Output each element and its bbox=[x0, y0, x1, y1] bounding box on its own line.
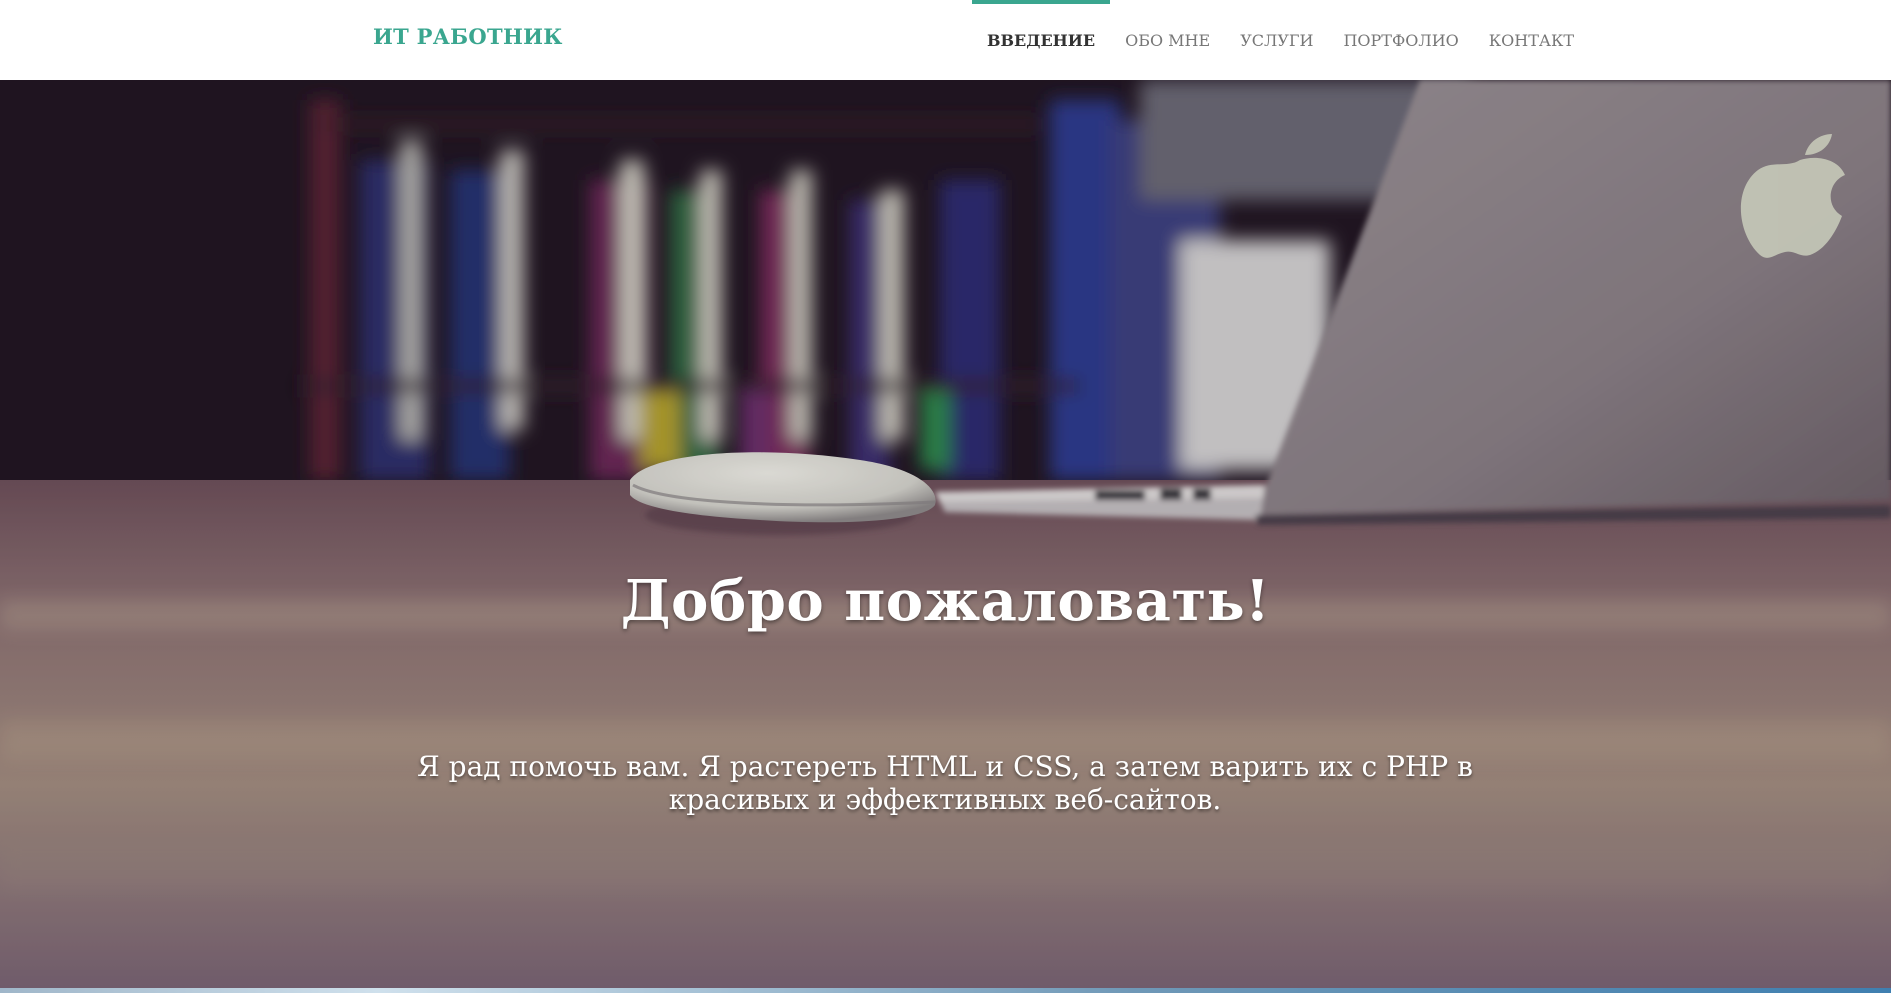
top-navbar: ИТ РАБОТНИК ВВЕДЕНИЕ ОБО МНЕ УСЛУГИ ПОРТ… bbox=[0, 0, 1891, 80]
nav-item-about[interactable]: ОБО МНЕ bbox=[1110, 0, 1225, 80]
nav-item-portfolio[interactable]: ПОРТФОЛИО bbox=[1328, 0, 1473, 80]
nav-item-services[interactable]: УСЛУГИ bbox=[1225, 0, 1328, 80]
hero-section: Добро пожаловать! Я рад помочь вам. Я ра… bbox=[0, 80, 1891, 988]
nav-item-contact[interactable]: КОНТАКТ bbox=[1474, 0, 1589, 80]
brand-logo-link[interactable]: ИТ РАБОТНИК bbox=[373, 24, 563, 49]
os-taskbar-edge bbox=[0, 988, 1891, 993]
nav-item-intro[interactable]: ВВЕДЕНИЕ bbox=[972, 0, 1111, 80]
hero-title: Добро пожаловать! bbox=[620, 568, 1271, 634]
main-nav: ВВЕДЕНИЕ ОБО МНЕ УСЛУГИ ПОРТФОЛИО КОНТАК… bbox=[972, 0, 1589, 80]
hero-content: Добро пожаловать! Я рад помочь вам. Я ра… bbox=[0, 80, 1891, 988]
hero-description: Я рад помочь вам. Я растереть HTML и CSS… bbox=[417, 750, 1473, 816]
